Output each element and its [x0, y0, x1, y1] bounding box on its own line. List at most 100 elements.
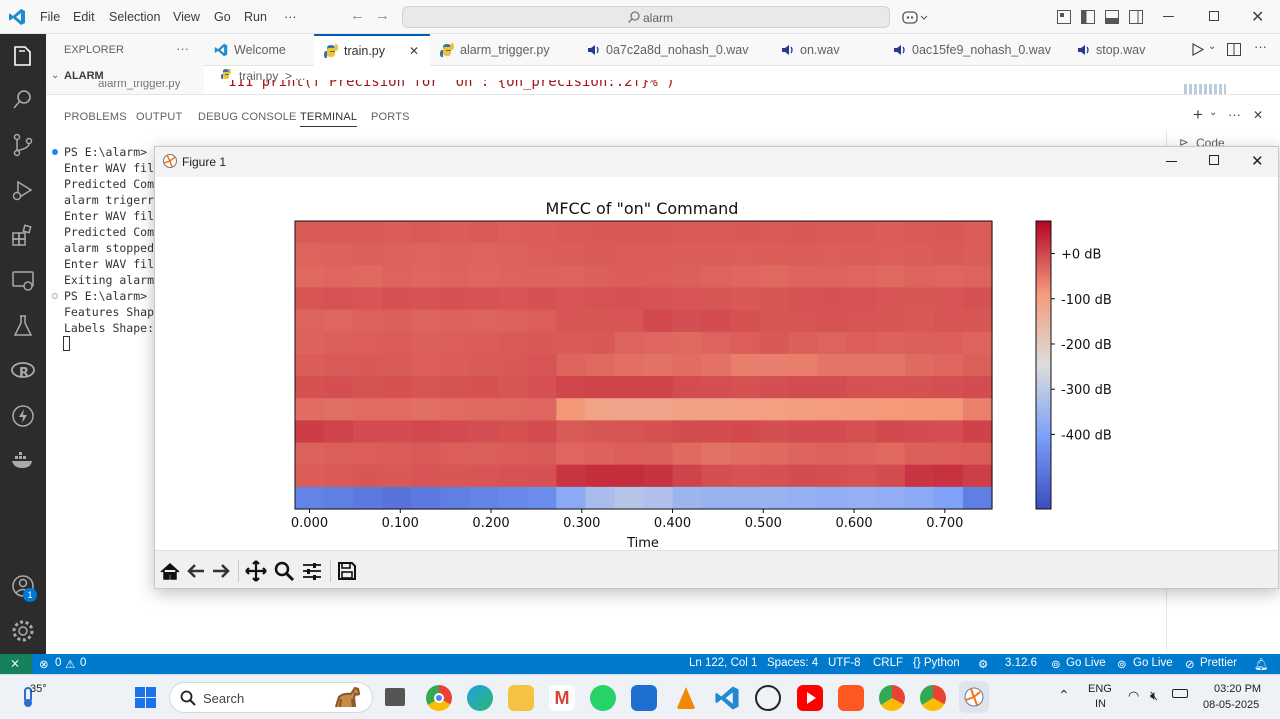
tab-wav-0a7c2a8d[interactable]: 0a7c2a8d_nohash_0.wav [576, 34, 770, 66]
menu-run[interactable]: Run [244, 10, 267, 24]
language-eng[interactable]: ENG [1088, 683, 1112, 695]
prettier-status[interactable]: Prettier [1200, 657, 1237, 669]
command-center-search[interactable]: alarm [402, 6, 890, 28]
r-language-icon[interactable]: R [9, 357, 37, 385]
vscode-taskbar-icon[interactable] [714, 685, 740, 711]
search-sidebar-icon[interactable] [9, 86, 37, 114]
command-success-dot[interactable] [52, 149, 58, 155]
restore-icon[interactable] [1209, 11, 1219, 21]
taskbar-search-box[interactable]: Search [169, 682, 373, 713]
run-dropdown-icon[interactable]: ⌄ [1208, 41, 1216, 52]
encoding[interactable]: UTF-8 [828, 657, 861, 669]
run-file-icon[interactable] [1192, 43, 1204, 56]
whatsapp-icon[interactable] [590, 685, 616, 711]
tab-problems[interactable]: PROBLEMS [64, 111, 127, 123]
chrome-icon[interactable] [426, 685, 452, 711]
docker-icon[interactable] [9, 447, 37, 475]
split-editor-icon[interactable] [1227, 43, 1241, 56]
menu-go[interactable]: Go [214, 10, 231, 24]
store-icon[interactable] [631, 685, 657, 711]
python-env-icon[interactable]: ⚙ [978, 657, 988, 671]
weather-temp[interactable]: 35° [30, 683, 47, 695]
errors-count[interactable]: 0 [55, 657, 61, 669]
notifications-bell-icon[interactable]: 🔔︎ [1254, 657, 1269, 671]
save-icon[interactable] [336, 560, 358, 582]
end-of-line[interactable]: CRLF [873, 657, 903, 669]
figure-maximize-icon[interactable] [1209, 155, 1219, 165]
toggle-sidebar-icon[interactable] [1081, 10, 1095, 24]
chevron-down-icon[interactable]: ⌄ [51, 70, 59, 81]
close-icon[interactable]: ✕ [1251, 7, 1264, 27]
command-pending-dot[interactable] [52, 293, 58, 299]
menu-view[interactable]: View [173, 10, 200, 24]
tab-close-icon[interactable]: ✕ [409, 44, 419, 58]
tab-alarm-trigger[interactable]: alarm_trigger.py [430, 34, 576, 66]
matplotlib-taskbar-icon[interactable] [959, 681, 989, 713]
file-explorer-icon[interactable] [508, 685, 534, 711]
menu-selection[interactable]: Selection [109, 10, 160, 24]
python-version[interactable]: 3.12.6 [1005, 657, 1037, 669]
clock-date[interactable]: 08-05-2025 [1203, 699, 1259, 711]
gmail-icon[interactable]: M [549, 685, 575, 711]
account-icon[interactable]: 1 [9, 572, 37, 602]
tab-wav-0ac15fe9[interactable]: 0ac15fe9_nohash_0.wav [882, 34, 1066, 66]
figure-close-icon[interactable]: ✕ [1251, 152, 1264, 170]
tab-ports[interactable]: PORTS [371, 111, 410, 123]
forward-icon[interactable] [210, 560, 232, 582]
tab-terminal[interactable]: TERMINAL [300, 111, 358, 127]
explorer-more-icon[interactable]: ··· [176, 41, 189, 56]
battery-icon[interactable] [1172, 689, 1188, 698]
terminal-dropdown-icon[interactable]: ⌄ [1209, 107, 1217, 118]
tab-wav-on[interactable]: on.wav [770, 34, 882, 66]
wifi-icon[interactable]: ◠ [1128, 688, 1139, 704]
back-icon[interactable] [185, 560, 207, 582]
clock-time[interactable]: 03:20 PM [1214, 683, 1261, 695]
tab-output[interactable]: OUTPUT [136, 111, 182, 123]
pan-icon[interactable] [245, 560, 267, 582]
warnings-count[interactable]: 0 [80, 657, 86, 669]
remote-explorer-icon[interactable] [9, 267, 37, 295]
minimap[interactable] [1184, 84, 1226, 94]
settings-gear-icon[interactable] [9, 617, 37, 645]
configure-icon[interactable] [301, 560, 323, 582]
menu-more[interactable]: ··· [284, 10, 297, 24]
source-control-icon[interactable] [9, 131, 37, 159]
tab-welcome[interactable]: Welcome [204, 34, 314, 66]
go-live-2[interactable]: Go Live [1133, 657, 1173, 669]
language-mode[interactable]: {} Python [913, 657, 960, 669]
indentation[interactable]: Spaces: 4 [767, 657, 818, 669]
brave-icon[interactable] [838, 685, 864, 711]
remote-indicator[interactable]: ⨯ [0, 654, 32, 674]
nav-forward-icon[interactable]: → [375, 7, 390, 24]
edge-icon[interactable] [467, 685, 493, 711]
toggle-secondary-sidebar-icon[interactable] [1129, 10, 1143, 24]
figure-minimize-icon[interactable] [1166, 161, 1177, 162]
panel-close-icon[interactable]: ✕ [1253, 108, 1263, 122]
layout-customize-icon[interactable] [1057, 10, 1071, 24]
menu-edit[interactable]: Edit [73, 10, 95, 24]
copilot-icon[interactable] [902, 9, 928, 25]
tab-wav-stop[interactable]: stop.wav [1066, 34, 1166, 66]
explorer-icon[interactable] [9, 42, 37, 70]
tab-train-py[interactable]: train.py ✕ [314, 34, 430, 66]
testing-icon[interactable] [9, 312, 37, 340]
terminal-cursor[interactable] [63, 336, 70, 351]
cursor-position[interactable]: Ln 122, Col 1 [689, 657, 757, 669]
errors-icon[interactable]: ⊗ [39, 657, 49, 671]
windows-start-icon[interactable] [135, 687, 157, 709]
panel-more-icon[interactable]: ··· [1228, 107, 1241, 122]
vlc-icon[interactable] [673, 685, 699, 711]
home-icon[interactable] [159, 560, 181, 582]
lightning-icon[interactable] [9, 402, 37, 430]
chrome-profile-2-icon[interactable] [920, 685, 946, 711]
editor-more-icon[interactable]: ··· [1254, 39, 1267, 54]
tray-chevron-icon[interactable]: ⌃ [1058, 687, 1070, 704]
warnings-icon[interactable]: ⚠ [65, 657, 75, 671]
task-view-icon[interactable] [385, 688, 405, 706]
go-live-1[interactable]: Go Live [1066, 657, 1106, 669]
zoom-icon[interactable] [273, 560, 295, 582]
youtube-icon[interactable] [797, 685, 823, 711]
chatgpt-icon[interactable] [755, 685, 781, 711]
volume-muted-icon[interactable]: 🔇︎ [1150, 688, 1158, 704]
new-terminal-icon[interactable]: + [1193, 105, 1203, 125]
